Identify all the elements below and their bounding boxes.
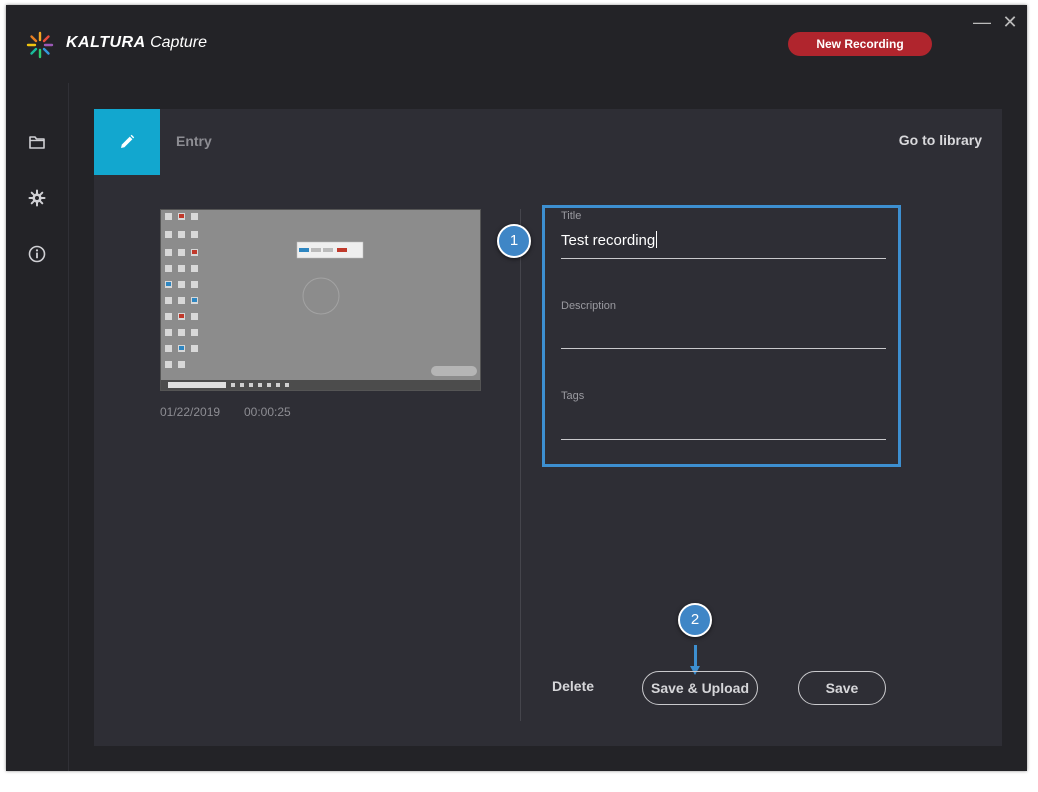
app-window: KALTURA Capture New Recording — ✕ Entry …: [6, 5, 1027, 771]
kaltura-logo-icon: [26, 31, 54, 59]
save-button[interactable]: Save: [798, 671, 886, 705]
go-to-library-link[interactable]: Go to library: [899, 132, 982, 148]
info-icon[interactable]: [27, 244, 47, 264]
callout-1: 1: [497, 224, 531, 258]
entry-panel: Entry Go to library 01/22/2019 00:00:25 …: [94, 109, 1002, 746]
fields-highlight-box: [542, 205, 901, 467]
callout-2: 2: [678, 603, 712, 637]
edit-entry-tab[interactable]: [94, 109, 160, 175]
close-icon[interactable]: ✕: [999, 11, 1021, 33]
entry-title: Entry: [176, 133, 212, 149]
folder-icon[interactable]: [27, 132, 47, 152]
sidebar: [6, 83, 69, 771]
brand-name: KALTURA: [66, 34, 146, 51]
app-brand: KALTURA Capture: [66, 34, 207, 52]
recording-duration: 00:00:25: [244, 405, 291, 419]
recording-thumbnail[interactable]: [160, 209, 481, 391]
pencil-icon: [121, 134, 135, 148]
delete-button[interactable]: Delete: [552, 676, 594, 696]
minimize-icon[interactable]: —: [971, 11, 993, 33]
callout-arrow-line: [694, 645, 697, 668]
save-and-upload-button[interactable]: Save & Upload: [642, 671, 758, 705]
new-recording-button[interactable]: New Recording: [788, 32, 932, 56]
desktop-preview-image: [161, 210, 480, 390]
recording-date: 01/22/2019: [160, 405, 221, 419]
panel-divider: [520, 209, 521, 721]
brand-product: Capture: [150, 34, 208, 51]
gear-icon[interactable]: [27, 188, 47, 208]
title-bar: KALTURA Capture New Recording — ✕: [6, 5, 1027, 83]
